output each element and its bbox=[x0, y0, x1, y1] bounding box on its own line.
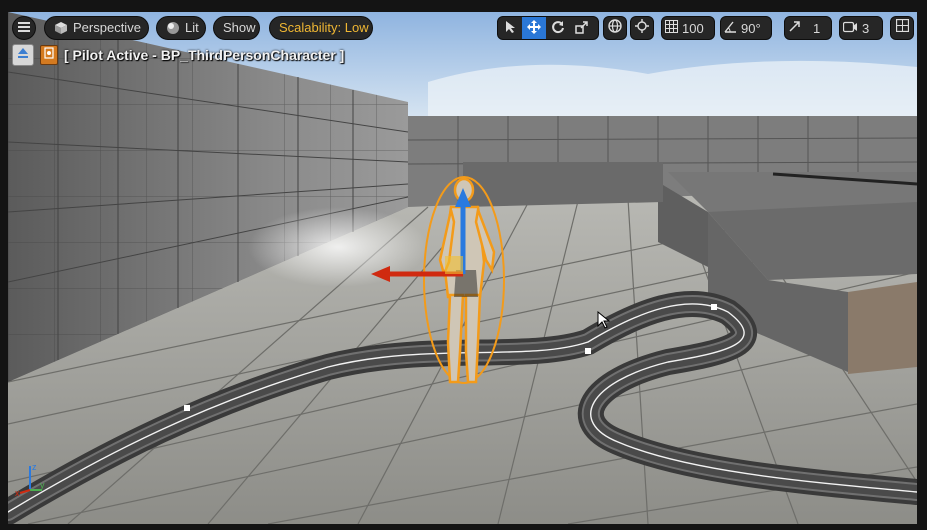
scale-icon bbox=[575, 20, 589, 37]
lit-button[interactable]: Lit bbox=[156, 16, 206, 40]
spline-point bbox=[184, 405, 190, 411]
perspective-label: Perspective bbox=[73, 20, 141, 35]
svg-text:x: x bbox=[15, 488, 20, 496]
camera-speed-group[interactable]: 3 bbox=[839, 16, 883, 40]
svg-text:y: y bbox=[40, 480, 45, 490]
rotate-mode-button[interactable] bbox=[546, 17, 570, 39]
translate-mode-button[interactable] bbox=[522, 17, 546, 39]
grid-snap-button[interactable]: 100 bbox=[662, 17, 707, 39]
translate-icon bbox=[527, 19, 541, 37]
perspective-button[interactable]: Perspective bbox=[44, 16, 149, 40]
grid-snap-icon bbox=[665, 20, 678, 36]
axis-indicator-icon: z y x bbox=[14, 462, 48, 500]
block-side bbox=[848, 282, 917, 374]
eject-icon bbox=[17, 46, 29, 64]
grid-snap-group[interactable]: 100 bbox=[661, 16, 715, 40]
show-button[interactable]: Show bbox=[213, 16, 260, 40]
scale-mode-button[interactable] bbox=[570, 17, 594, 39]
scalability-label: Scalability: Low bbox=[279, 20, 369, 35]
pilot-active-label: [ Pilot Active - BP_ThirdPersonCharacter… bbox=[64, 47, 345, 63]
world-space-icon bbox=[608, 18, 622, 38]
select-mode-button[interactable] bbox=[498, 17, 522, 39]
mouse-cursor bbox=[597, 310, 611, 334]
rotate-icon bbox=[551, 20, 565, 37]
select-icon bbox=[504, 20, 516, 37]
viewport-options-icon bbox=[895, 18, 909, 37]
mouse-cursor-icon bbox=[597, 310, 611, 333]
surface-snap-icon bbox=[635, 18, 649, 38]
surface-snap-button[interactable] bbox=[630, 16, 654, 40]
rotation-snap-value: 90° bbox=[741, 20, 761, 36]
lit-sphere-icon bbox=[166, 21, 180, 35]
blueprint-actor-button[interactable] bbox=[40, 45, 58, 65]
rotation-snap-group[interactable]: 90° bbox=[720, 16, 772, 40]
camera-speed-value: 3 bbox=[862, 20, 870, 36]
scale-snap-icon bbox=[788, 20, 801, 36]
pilot-actor-bar: [ Pilot Active - BP_ThirdPersonCharacter… bbox=[12, 44, 344, 66]
level-viewport[interactable] bbox=[8, 12, 917, 524]
viewport-menu-button[interactable] bbox=[12, 16, 36, 40]
spline-point bbox=[711, 304, 717, 310]
camera-speed-icon bbox=[842, 21, 858, 36]
scene-render[interactable] bbox=[8, 12, 917, 524]
world-space-button[interactable] bbox=[603, 16, 627, 40]
blueprint-icon bbox=[43, 46, 55, 65]
axis-indicator: z y x bbox=[14, 460, 48, 501]
eject-pilot-button[interactable] bbox=[12, 44, 34, 66]
svg-text:z: z bbox=[32, 462, 37, 472]
rotation-snap-button[interactable]: 90° bbox=[721, 17, 764, 39]
scale-snap-button[interactable]: 1 bbox=[785, 17, 823, 39]
spline-point bbox=[585, 348, 591, 354]
scale-snap-value: 1 bbox=[813, 20, 821, 36]
menu-icon bbox=[18, 19, 30, 37]
scale-snap-group[interactable]: 1 bbox=[784, 16, 832, 40]
grid-snap-value: 100 bbox=[682, 20, 704, 36]
viewport-options-button[interactable] bbox=[890, 16, 914, 40]
lit-label: Lit bbox=[185, 20, 199, 35]
viewport-toolbar: Perspective Lit Show Scalability: Low 10… bbox=[0, 0, 927, 40]
camera-speed-button[interactable]: 3 bbox=[840, 17, 872, 39]
perspective-cube-icon bbox=[54, 21, 68, 35]
show-label: Show bbox=[223, 20, 256, 35]
angle-snap-icon bbox=[724, 20, 737, 36]
transform-tool-group bbox=[497, 16, 599, 40]
scalability-button[interactable]: Scalability: Low bbox=[269, 16, 373, 40]
